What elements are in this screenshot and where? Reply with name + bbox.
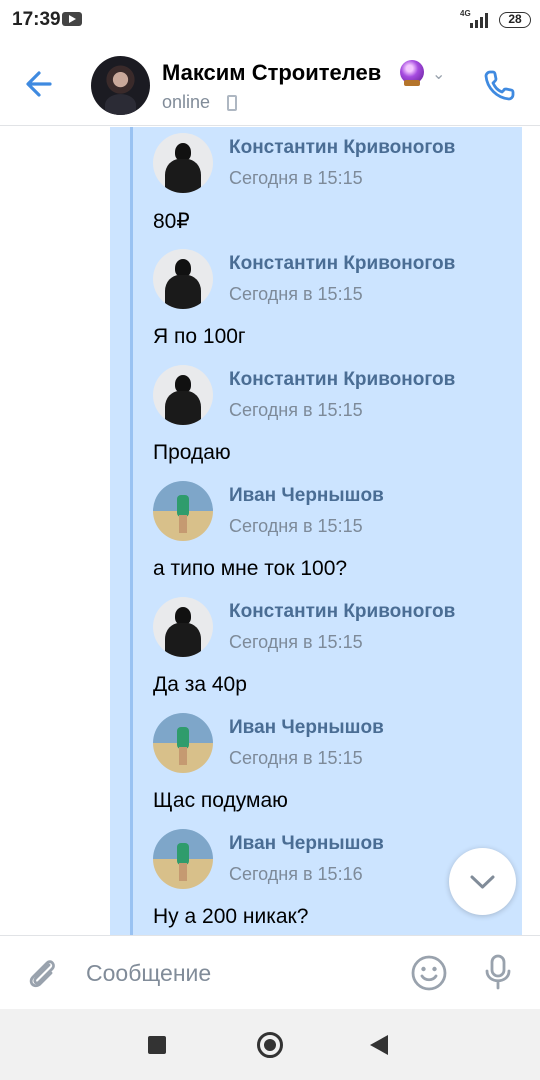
attach-button[interactable] [22,953,62,993]
system-back-icon[interactable] [370,1035,388,1055]
crystal-ball-icon [400,60,424,86]
message-time: Сегодня в 15:15 [229,516,363,536]
message-text: 80₽ [153,210,190,233]
chevron-down-icon [470,875,495,889]
mobile-device-icon [227,95,237,111]
chat-area[interactable]: Константин Кривоногов Сегодня в 15:15 80… [0,127,540,935]
message-author[interactable]: Иван Чернышов [229,833,384,855]
message-author[interactable]: Иван Чернышов [229,485,384,507]
message-time: Сегодня в 15:15 [229,284,363,304]
message-text: Я по 100г [153,325,246,348]
message-text: Продаю [153,441,231,464]
forwarded-message[interactable]: Константин Кривоногов Сегодня в 15:15 Я … [150,243,510,359]
forwarded-message[interactable]: Константин Кривоногов Сегодня в 15:15 Да… [150,591,510,707]
phone-icon [484,70,515,101]
message-author[interactable]: Константин Кривоногов [229,137,455,159]
paperclip-icon [29,960,55,988]
arrow-left-icon [26,71,52,97]
contact-avatar[interactable] [91,56,150,115]
message-author[interactable]: Иван Чернышов [229,717,384,739]
microphone-icon [485,954,511,990]
message-text: Ну а 200 никак? [153,905,309,928]
back-button[interactable] [20,64,60,104]
forwarded-message[interactable]: Константин Кривоногов Сегодня в 15:15 80… [150,127,510,243]
author-avatar[interactable] [153,481,213,541]
message-time: Сегодня в 15:15 [229,632,363,652]
forwarded-message[interactable]: Иван Чернышов Сегодня в 15:15 Щас подума… [150,707,510,823]
forward-indicator-line [130,127,133,935]
contact-name[interactable]: Максим Строителев [162,60,381,86]
forwarded-message[interactable]: Иван Чернышов Сегодня в 15:15 а типо мне… [150,475,510,591]
message-author[interactable]: Константин Кривоногов [229,601,455,623]
youtube-notification-icon [62,12,82,26]
smile-icon [411,955,447,991]
message-author[interactable]: Константин Кривоногов [229,253,455,275]
emoji-button[interactable] [410,954,448,992]
signal-icon [470,12,490,28]
contact-status: online [162,92,211,112]
call-button[interactable] [480,65,520,105]
message-time: Сегодня в 15:15 [229,748,363,768]
home-icon[interactable] [257,1032,283,1058]
chevron-down-icon[interactable]: ⌄ [432,64,445,84]
message-composer [0,935,540,1009]
forwarded-message[interactable]: Константин Кривоногов Сегодня в 15:15 Пр… [150,359,510,475]
author-avatar[interactable] [153,597,213,657]
scroll-down-button[interactable] [449,848,516,915]
status-bar: 17:39 4G 28 [0,0,540,40]
author-avatar[interactable] [153,133,213,193]
system-navigation-bar [0,1009,540,1080]
message-text: Щас подумаю [153,789,288,812]
recent-apps-icon[interactable] [148,1036,166,1054]
author-avatar[interactable] [153,365,213,425]
message-author[interactable]: Константин Кривоногов [229,369,455,391]
chat-header: Максим Строителев ⌄ online [0,40,540,126]
status-time: 17:39 [12,9,61,30]
message-text: Да за 40р [153,673,247,696]
message-input[interactable] [86,958,386,988]
battery-icon: 28 [499,12,531,28]
author-avatar[interactable] [153,829,213,889]
message-time: Сегодня в 15:15 [229,168,363,188]
voice-message-button[interactable] [480,952,516,992]
author-avatar[interactable] [153,249,213,309]
message-text: а типо мне ток 100? [153,557,348,580]
author-avatar[interactable] [153,713,213,773]
message-time: Сегодня в 15:16 [229,864,363,884]
message-time: Сегодня в 15:15 [229,400,363,420]
